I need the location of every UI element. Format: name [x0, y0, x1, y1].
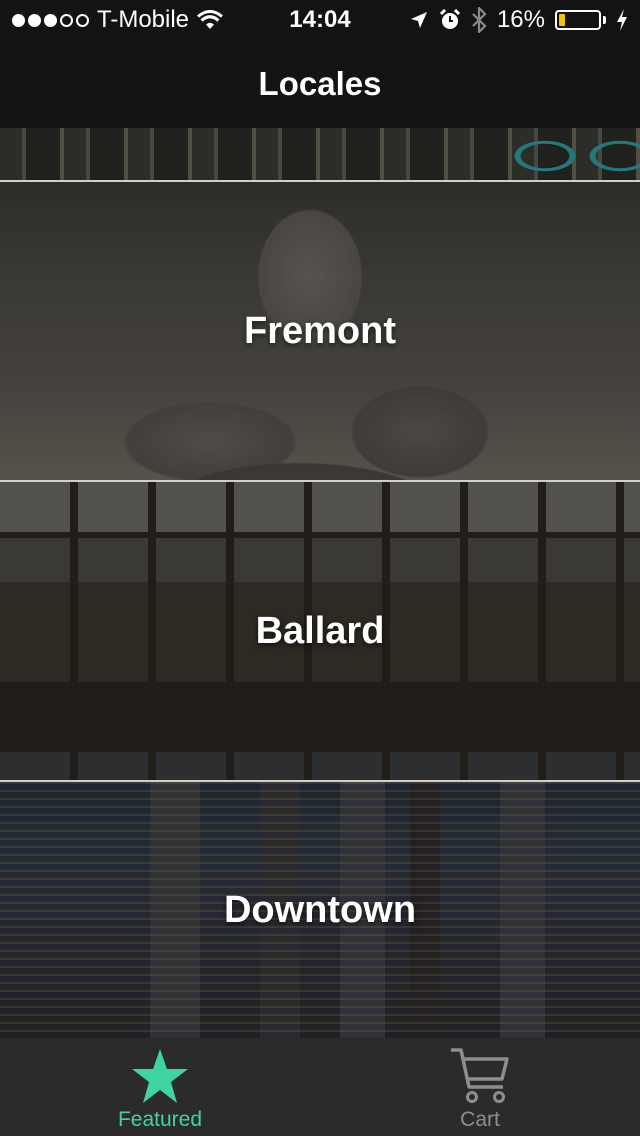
cart-icon	[451, 1048, 509, 1103]
cellular-signal-icon	[12, 13, 89, 27]
locale-row-ballard[interactable]: Ballard	[0, 482, 640, 780]
tab-bar: Featured Cart	[0, 1038, 640, 1136]
tab-label-featured: Featured	[117, 1108, 203, 1131]
battery-level-fill	[559, 14, 566, 26]
bluetooth-icon	[472, 7, 487, 33]
page-title: Locales	[258, 65, 382, 102]
locale-label-downtown: Downtown	[223, 888, 417, 931]
star-icon	[132, 1049, 188, 1103]
wifi-icon	[197, 10, 223, 29]
carrier-name: T-Mobile	[97, 6, 190, 33]
status-bar: T-Mobile 14:04 16%	[0, 0, 640, 40]
locale-row-fremont[interactable]: Fremont	[0, 182, 640, 480]
tab-label-cart: Cart	[460, 1108, 500, 1131]
location-arrow-icon	[410, 12, 427, 28]
locale-label-ballard: Ballard	[255, 609, 385, 652]
charging-bolt-icon	[617, 9, 627, 31]
locale-row-partial[interactable]	[0, 128, 640, 180]
locale-label-fremont: Fremont	[244, 309, 396, 352]
battery-percent: 16%	[496, 6, 545, 33]
navigation-bar: Locales	[0, 40, 640, 128]
tab-cart[interactable]: Cart	[320, 1038, 640, 1136]
locale-list[interactable]: Fremont Ballard Downtown	[0, 128, 640, 1038]
alarm-icon	[439, 9, 461, 29]
tab-featured[interactable]: Featured	[0, 1038, 320, 1136]
locale-row-downtown[interactable]: Downtown	[0, 782, 640, 1038]
battery-icon	[555, 10, 606, 30]
